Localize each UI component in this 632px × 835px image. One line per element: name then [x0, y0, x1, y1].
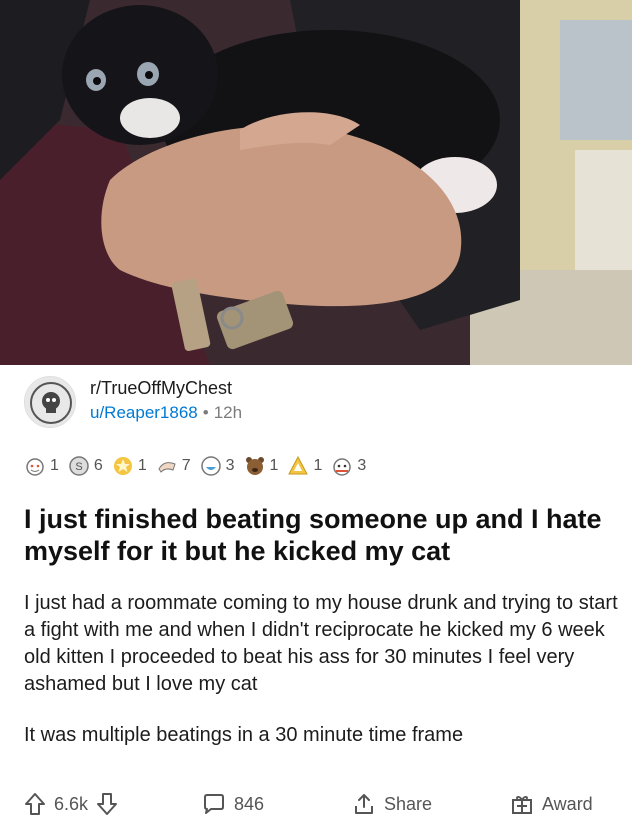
award-helpful[interactable]: 7	[156, 455, 191, 477]
subreddit-name[interactable]: r/TrueOffMyChest	[90, 378, 232, 399]
award-triangle[interactable]: 1	[287, 455, 322, 477]
award-label: Award	[542, 793, 593, 814]
award-hug[interactable]: 3	[331, 455, 366, 477]
award-count: 3	[225, 457, 235, 474]
gold-star-icon	[113, 457, 132, 475]
comments-button[interactable]: 846	[202, 792, 264, 816]
upvote-icon[interactable]	[24, 792, 46, 816]
share-label: Share	[384, 793, 433, 814]
award-count: 1	[269, 457, 279, 474]
kitten-photo	[0, 0, 632, 365]
action-bar: 6.6k 846 Share Award	[0, 782, 632, 830]
award-count: 1	[137, 457, 147, 474]
meta-separator: •	[202, 403, 209, 422]
svg-text:S: S	[75, 461, 82, 473]
share-button[interactable]: Share	[352, 792, 432, 816]
post-title[interactable]: I just finished beating someone up and I…	[24, 503, 614, 567]
vote-group: 6.6k	[24, 792, 118, 816]
laughing-face-icon	[200, 456, 221, 476]
comments-count: 846	[234, 793, 265, 814]
award-count: 1	[50, 457, 59, 474]
post-age: 12h	[213, 403, 243, 422]
award-wholesome[interactable]: 1	[24, 455, 59, 477]
award-count: 7	[181, 457, 191, 474]
post-body-paragraph: It was multiple beatings in a 30 minute …	[24, 724, 464, 746]
skull-badge-icon	[25, 377, 75, 427]
post-body-paragraph: I just had a roommate coming to my house…	[24, 592, 618, 695]
vote-score: 6.6k	[54, 793, 89, 814]
wholesome-snoo-icon	[26, 458, 44, 476]
award-silver[interactable]: S 6	[68, 455, 103, 477]
award-laugh[interactable]: 3	[200, 455, 235, 477]
award-count: 1	[313, 457, 323, 474]
subreddit-avatar[interactable]	[24, 376, 76, 428]
awards-row[interactable]: 1 S 6 1 7 3 1 1 3	[24, 451, 370, 481]
post-meta: u/Reaper1868 • 12h	[90, 403, 242, 423]
award-count: 3	[357, 457, 367, 474]
author-link[interactable]: u/Reaper1868	[90, 403, 198, 422]
award-bear[interactable]: 1	[244, 455, 279, 477]
helpful-hands-icon	[158, 462, 176, 473]
snoo-hug-icon	[333, 458, 352, 476]
share-icon	[355, 794, 373, 814]
post-body: I just had a roommate coming to my house…	[24, 590, 619, 749]
downvote-icon[interactable]	[96, 792, 118, 816]
gold-triangle-icon	[288, 455, 309, 475]
award-gold[interactable]: 1	[112, 455, 147, 477]
award-button[interactable]: Award	[510, 792, 593, 816]
bear-face-icon	[245, 457, 264, 475]
silver-coin-icon: S	[69, 456, 89, 476]
gift-icon	[512, 796, 532, 814]
award-count: 6	[93, 457, 103, 474]
post-image[interactable]	[0, 0, 632, 365]
comment-bubble-icon	[204, 794, 224, 814]
